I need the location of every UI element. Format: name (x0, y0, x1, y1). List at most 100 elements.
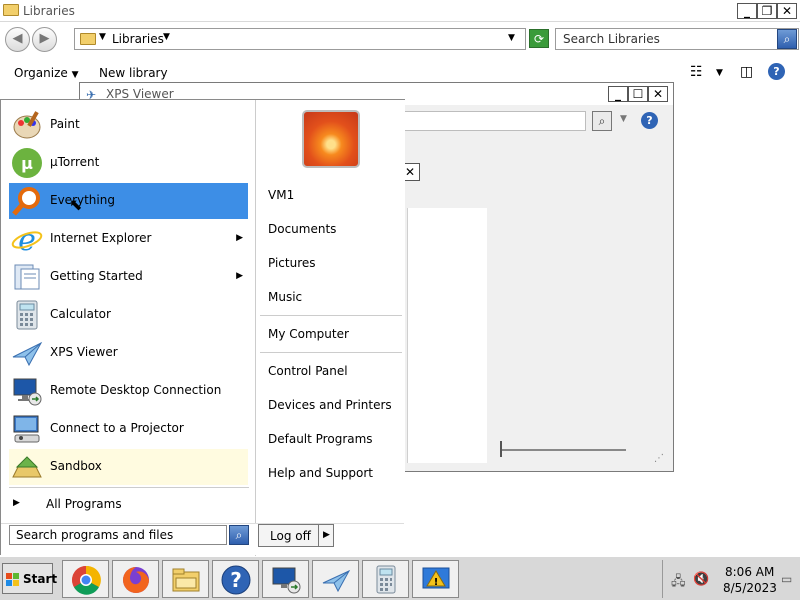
program-item-sandbox[interactable]: Sandbox (9, 449, 248, 485)
start-menu-places: VM1 Documents Pictures Music My Computer… (255, 100, 405, 556)
address-field[interactable]: ▼ Libraries ▼ ▼ (74, 28, 526, 50)
resize-grip-icon[interactable]: ⋰ (654, 453, 664, 464)
search-libraries-input[interactable]: Search Libraries ⌕ (555, 28, 799, 50)
action-center-icon: ! (421, 565, 451, 595)
taskbar-xps-viewer-button[interactable] (312, 560, 359, 598)
mouse-pointer-icon: ⬉ (69, 195, 83, 214)
svg-text:?: ? (230, 568, 242, 592)
all-programs-label: All Programs (46, 497, 122, 511)
taskbar-help-button[interactable]: ? (212, 560, 259, 598)
close-button[interactable]: ✕ (777, 3, 797, 19)
program-item-getting-started[interactable]: Getting Started ▶ (9, 259, 248, 295)
user-avatar[interactable] (302, 110, 360, 168)
program-item-everything[interactable]: Everything ⬉ (9, 183, 248, 219)
xps-search-dropdown-icon[interactable]: ▼ (620, 114, 627, 124)
search-libraries-placeholder: Search Libraries (563, 32, 660, 46)
xps-search-icon[interactable]: ⌕ (592, 111, 612, 131)
firefox-icon (121, 565, 151, 595)
clock-time[interactable]: 8:06 AM (725, 565, 774, 579)
zoom-slider-track[interactable] (500, 449, 626, 451)
program-label: Internet Explorer (50, 231, 152, 245)
taskbar-calculator-button[interactable] (362, 560, 409, 598)
program-item-xps-viewer[interactable]: XPS Viewer (9, 335, 248, 371)
address-text[interactable]: Libraries (112, 32, 164, 46)
xps-maximize-button[interactable]: ☐ (628, 86, 648, 102)
preview-pane-icon[interactable]: ◫ (740, 64, 753, 80)
program-item-paint[interactable]: Paint (9, 107, 248, 143)
xps-search-input[interactable] (400, 111, 586, 131)
program-label: Sandbox (50, 459, 102, 473)
start-menu: Paint µ µTorrent Everything ⬉ e Internet… (0, 99, 405, 556)
place-link-devices-printers[interactable]: Devices and Printers (268, 398, 392, 412)
utorrent-icon: µ (11, 147, 43, 179)
place-link-my-computer[interactable]: My Computer (268, 327, 349, 341)
taskbar-explorer-button[interactable] (162, 560, 209, 598)
clock-date[interactable]: 8/5/2023 (723, 581, 777, 595)
xps-minimize-button[interactable]: _ (608, 86, 628, 102)
restore-button[interactable]: ❐ (757, 3, 777, 19)
calculator-icon (371, 565, 401, 595)
xps-viewer-icon (321, 565, 351, 595)
back-button[interactable]: ◀ (5, 27, 30, 52)
search-programs-icon[interactable]: ⌕ (229, 525, 249, 545)
place-link-documents[interactable]: Documents (268, 222, 336, 236)
address-history-chevron-icon[interactable]: ▼ (508, 33, 515, 43)
refresh-button[interactable]: ⟳ (529, 29, 549, 48)
place-link-help-support[interactable]: Help and Support (268, 466, 373, 480)
place-link-pictures[interactable]: Pictures (268, 256, 316, 270)
minimize-button[interactable]: _ (737, 3, 757, 19)
program-item-remote-desktop[interactable]: Remote Desktop Connection (9, 373, 248, 409)
help-icon[interactable]: ? (768, 63, 785, 80)
volume-muted-icon[interactable]: 🔇 (693, 572, 709, 587)
address-dropdown-icon[interactable]: ▼ (163, 32, 170, 42)
taskbar-remote-desktop-button[interactable] (262, 560, 309, 598)
log-off-button[interactable]: Log off ▶ (258, 524, 334, 547)
new-library-button[interactable]: New library (99, 66, 168, 80)
taskbar-firefox-button[interactable] (112, 560, 159, 598)
calculator-icon (11, 299, 43, 331)
organize-button[interactable]: Organize ▼ (14, 66, 79, 80)
submenu-arrow-icon[interactable]: ▶ (236, 271, 243, 281)
xps-help-icon[interactable]: ? (641, 112, 658, 129)
program-item-internet-explorer[interactable]: e Internet Explorer ▶ (9, 221, 248, 258)
breadcrumb-chevron-icon[interactable]: ▼ (99, 32, 106, 42)
all-programs-button[interactable]: ▶ All Programs (9, 494, 249, 516)
libraries-folder-icon (3, 4, 19, 16)
network-icon[interactable]: 🖧 (671, 572, 686, 594)
sandbox-icon (11, 451, 43, 483)
program-item-calculator[interactable]: Calculator (9, 297, 248, 333)
taskbar-action-center-button[interactable]: ! (412, 560, 459, 598)
search-programs-input[interactable]: Search programs and files (9, 525, 227, 545)
program-item-utorrent[interactable]: µ µTorrent (9, 145, 248, 181)
program-label: Getting Started (50, 269, 143, 283)
program-item-projector[interactable]: Connect to a Projector (9, 411, 248, 447)
program-label: Remote Desktop Connection (50, 383, 222, 397)
internet-explorer-icon: e (11, 223, 43, 258)
search-programs-placeholder: Search programs and files (16, 528, 174, 542)
program-label: Everything (50, 193, 115, 207)
zoom-slider-handle[interactable] (500, 441, 502, 457)
place-link-default-programs[interactable]: Default Programs (268, 432, 373, 446)
program-label: Connect to a Projector (50, 421, 184, 435)
getting-started-icon (11, 261, 43, 293)
start-button[interactable]: Start (2, 563, 57, 594)
program-label: µTorrent (50, 155, 100, 169)
place-link-control-panel[interactable]: Control Panel (268, 364, 348, 378)
view-options-icon[interactable]: ☷ (690, 64, 703, 80)
place-link-vm1[interactable]: VM1 (268, 188, 294, 202)
place-link-music[interactable]: Music (268, 290, 302, 304)
search-icon[interactable]: ⌕ (777, 29, 797, 49)
show-desktop-icon[interactable]: ▭ (781, 572, 792, 586)
submenu-arrow-icon[interactable]: ▶ (236, 233, 243, 243)
taskbar-chrome-button[interactable] (62, 560, 109, 598)
log-off-label: Log off (270, 529, 311, 543)
forward-button[interactable]: ▶ (32, 27, 57, 52)
xps-document-area[interactable] (407, 208, 487, 463)
libraries-titlebar[interactable]: Libraries _ ❐ ✕ (0, 0, 800, 22)
view-dropdown-icon[interactable]: ▼ (716, 68, 723, 78)
start-menu-bottom-bar: Search programs and files ⌕ Log off ▶ (1, 523, 404, 555)
places-divider (260, 352, 402, 353)
xps-close-button[interactable]: ✕ (648, 86, 668, 102)
shutdown-options-arrow-icon[interactable]: ▶ (323, 530, 330, 540)
libraries-address-bar: ◀ ▶ ▼ Libraries ▼ ▼ ⟳ Search Libraries ⌕ (0, 22, 800, 58)
